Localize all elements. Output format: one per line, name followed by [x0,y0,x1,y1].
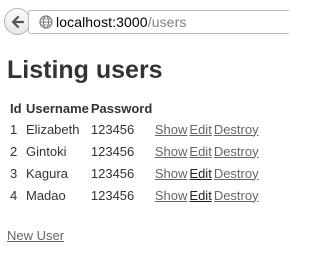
user-username: Elizabeth [26,121,80,137]
destroy-link[interactable]: Destroy [214,188,259,203]
user-password: 123456 [90,187,135,203]
show-link[interactable]: Show [155,122,188,137]
show-link[interactable]: Show [155,144,188,159]
table-row: 4 Madao 123456 Show Edit Destroy [8,184,261,206]
table-row: 2 Gintoki 123456 Show Edit Destroy [8,140,261,162]
address-bar[interactable]: localhost:3000/users [28,10,289,34]
user-password: 123456 [90,143,135,159]
edit-link[interactable]: Edit [189,188,211,203]
destroy-link[interactable]: Destroy [214,144,259,159]
edit-link[interactable]: Edit [189,122,211,137]
user-username: Gintoki [26,143,67,159]
url-text: localhost:3000/users [56,14,186,30]
user-username: Kagura [26,165,68,181]
user-id: 1 [10,121,18,137]
row-actions: Show Edit Destroy [153,140,261,162]
browser-window: localhost:3000/users Listing users Id Us… [0,0,289,261]
user-password: 123456 [90,121,135,137]
row-actions: Show Edit Destroy [153,118,261,140]
table-row: 3 Kagura 123456 Show Edit Destroy [8,162,261,184]
show-link[interactable]: Show [155,188,188,203]
url-host: localhost:3000 [56,14,148,30]
globe-icon [39,15,53,29]
destroy-link[interactable]: Destroy [214,122,259,137]
user-id: 3 [10,165,18,181]
users-table: Id Username Password 1 Elizabeth 123456 … [8,98,261,206]
table-row: 1 Elizabeth 123456 Show Edit Destroy [8,118,261,140]
header-username: Username [26,100,89,116]
browser-toolbar: localhost:3000/users [0,0,289,44]
header-actions [153,98,261,118]
new-user-link[interactable]: New User [7,228,64,243]
table-header-row: Id Username Password [8,98,261,118]
user-username: Madao [26,187,66,203]
url-path: /users [147,14,187,30]
show-link[interactable]: Show [155,166,188,181]
header-id: Id [10,100,22,116]
user-id: 4 [10,187,18,203]
edit-link[interactable]: Edit [189,144,211,159]
destroy-link[interactable]: Destroy [214,166,259,181]
row-actions: Show Edit Destroy [153,184,261,206]
user-id: 2 [10,143,18,159]
row-actions: Show Edit Destroy [153,162,261,184]
user-password: 123456 [90,165,135,181]
header-password: Password [90,100,153,116]
back-arrow-icon [11,15,24,28]
back-button[interactable] [4,8,31,35]
page-title: Listing users [7,56,163,84]
edit-link[interactable]: Edit [189,166,211,181]
